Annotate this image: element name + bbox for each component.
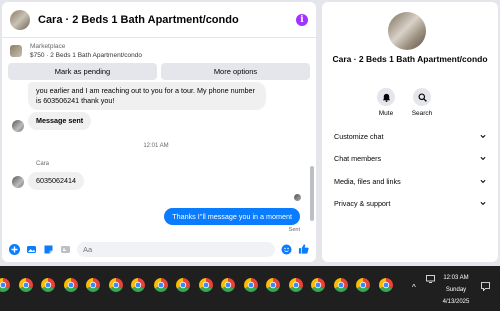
emoji-icon[interactable] [281,244,292,255]
search-button[interactable] [413,88,431,106]
sender-name: Cara [36,161,50,167]
chrome-icon[interactable] [243,278,258,292]
message-sent-bubble: Message sent [28,112,92,130]
section-chat-members[interactable]: Chat members [334,152,486,164]
details-title: Cara · 2 Beds 1 Bath Apartment/condo [332,54,488,64]
clock-day: Sunday [445,287,467,293]
chrome-icon[interactable] [41,278,55,292]
chevron-down-icon [480,178,486,184]
sent-status: Sent [288,227,300,233]
image-icon[interactable] [26,244,37,255]
chat-avatar[interactable] [10,9,30,30]
sticker-icon[interactable] [43,244,54,255]
details-avatar[interactable] [388,12,426,50]
chrome-icon[interactable] [131,278,145,292]
chrome-icon[interactable] [18,278,33,292]
chrome-icon[interactable] [333,278,348,292]
section-label: Chat members [334,153,382,163]
chrome-icon[interactable] [153,278,168,292]
bell-icon [382,93,390,102]
thumbs-up-icon[interactable] [298,244,309,255]
chrome-icon[interactable] [108,278,123,292]
section-label: Media, files and links [334,176,401,186]
info-icon[interactable]: i [296,13,308,26]
chat-panel: Cara · 2 Beds 1 Bath Apartment/condo i M… [2,2,316,262]
listing-price-title: $750 · 2 Beds 1 Bath Apartment/condo [30,52,143,59]
section-label: Customize chat [334,131,384,141]
outgoing-message: Thanks I''ll message you in a moment [164,208,300,225]
message-bubble-partial: you earlier and I am reaching out to you… [28,82,266,110]
mute-button[interactable] [377,88,395,106]
chrome-icon[interactable] [221,278,235,292]
chevron-up-icon[interactable]: ^ [412,283,416,292]
chrome-icon[interactable] [311,278,325,292]
sender-avatar[interactable] [12,120,24,132]
clock-date: 4/13/2025 [442,299,470,305]
section-privacy-support[interactable]: Privacy & support [334,197,486,209]
taskbar: ^ 12:03 AM Sunday 4/13/2025 [0,266,500,311]
chevron-down-icon [480,155,486,161]
more-options-button[interactable]: More options [161,63,310,80]
clock-time[interactable]: 12:03 AM [436,275,476,281]
mute-label: Mute [378,110,394,117]
message-input[interactable] [77,241,275,257]
chrome-icon[interactable] [266,278,280,292]
network-icon[interactable] [426,275,435,285]
chrome-icon[interactable] [63,278,78,292]
plus-icon[interactable] [9,243,20,255]
listing-text: Marketplace $750 · 2 Beds 1 Bath Apartme… [30,42,142,60]
incoming-message: 6035062414 [28,172,84,190]
chat-header: Cara · 2 Beds 1 Bath Apartment/condo i [2,2,316,38]
chrome-icon[interactable] [288,278,303,292]
chrome-icon[interactable] [378,278,393,292]
mark-as-pending-button[interactable]: Mark as pending [8,63,157,80]
gif-icon[interactable] [60,244,71,255]
listing-actions: Mark as pending More options [2,60,316,80]
message-list[interactable]: you earlier and I am reaching out to you… [2,82,310,236]
chrome-icon[interactable] [0,278,10,292]
notification-icon[interactable] [481,282,490,293]
scrollbar[interactable] [310,86,314,226]
listing-thumbnail [10,45,22,57]
seen-indicator-avatar [294,194,301,201]
composer-bar [2,236,316,262]
listing-card[interactable]: Marketplace $750 · 2 Beds 1 Bath Apartme… [2,38,316,60]
sender-avatar[interactable] [12,176,24,188]
section-label: Privacy & support [334,198,391,208]
chrome-icon[interactable] [198,278,213,292]
message-timestamp: 12:01 AM [143,143,169,149]
search-label: Search [411,110,433,117]
chevron-down-icon [480,133,486,139]
search-icon [417,92,427,102]
details-panel: Cara · 2 Beds 1 Bath Apartment/condo Mut… [322,2,498,262]
section-customize-chat[interactable]: Customize chat [334,130,486,142]
chrome-icon[interactable] [86,278,100,292]
section-media-files-links[interactable]: Media, files and links [334,175,486,187]
chrome-icon[interactable] [176,278,190,292]
chrome-icon[interactable] [356,278,370,292]
chat-title[interactable]: Cara · 2 Beds 1 Bath Apartment/condo [38,14,296,26]
chevron-down-icon [480,200,486,206]
scrollbar-thumb[interactable] [310,166,314,221]
listing-source: Marketplace [30,43,66,50]
